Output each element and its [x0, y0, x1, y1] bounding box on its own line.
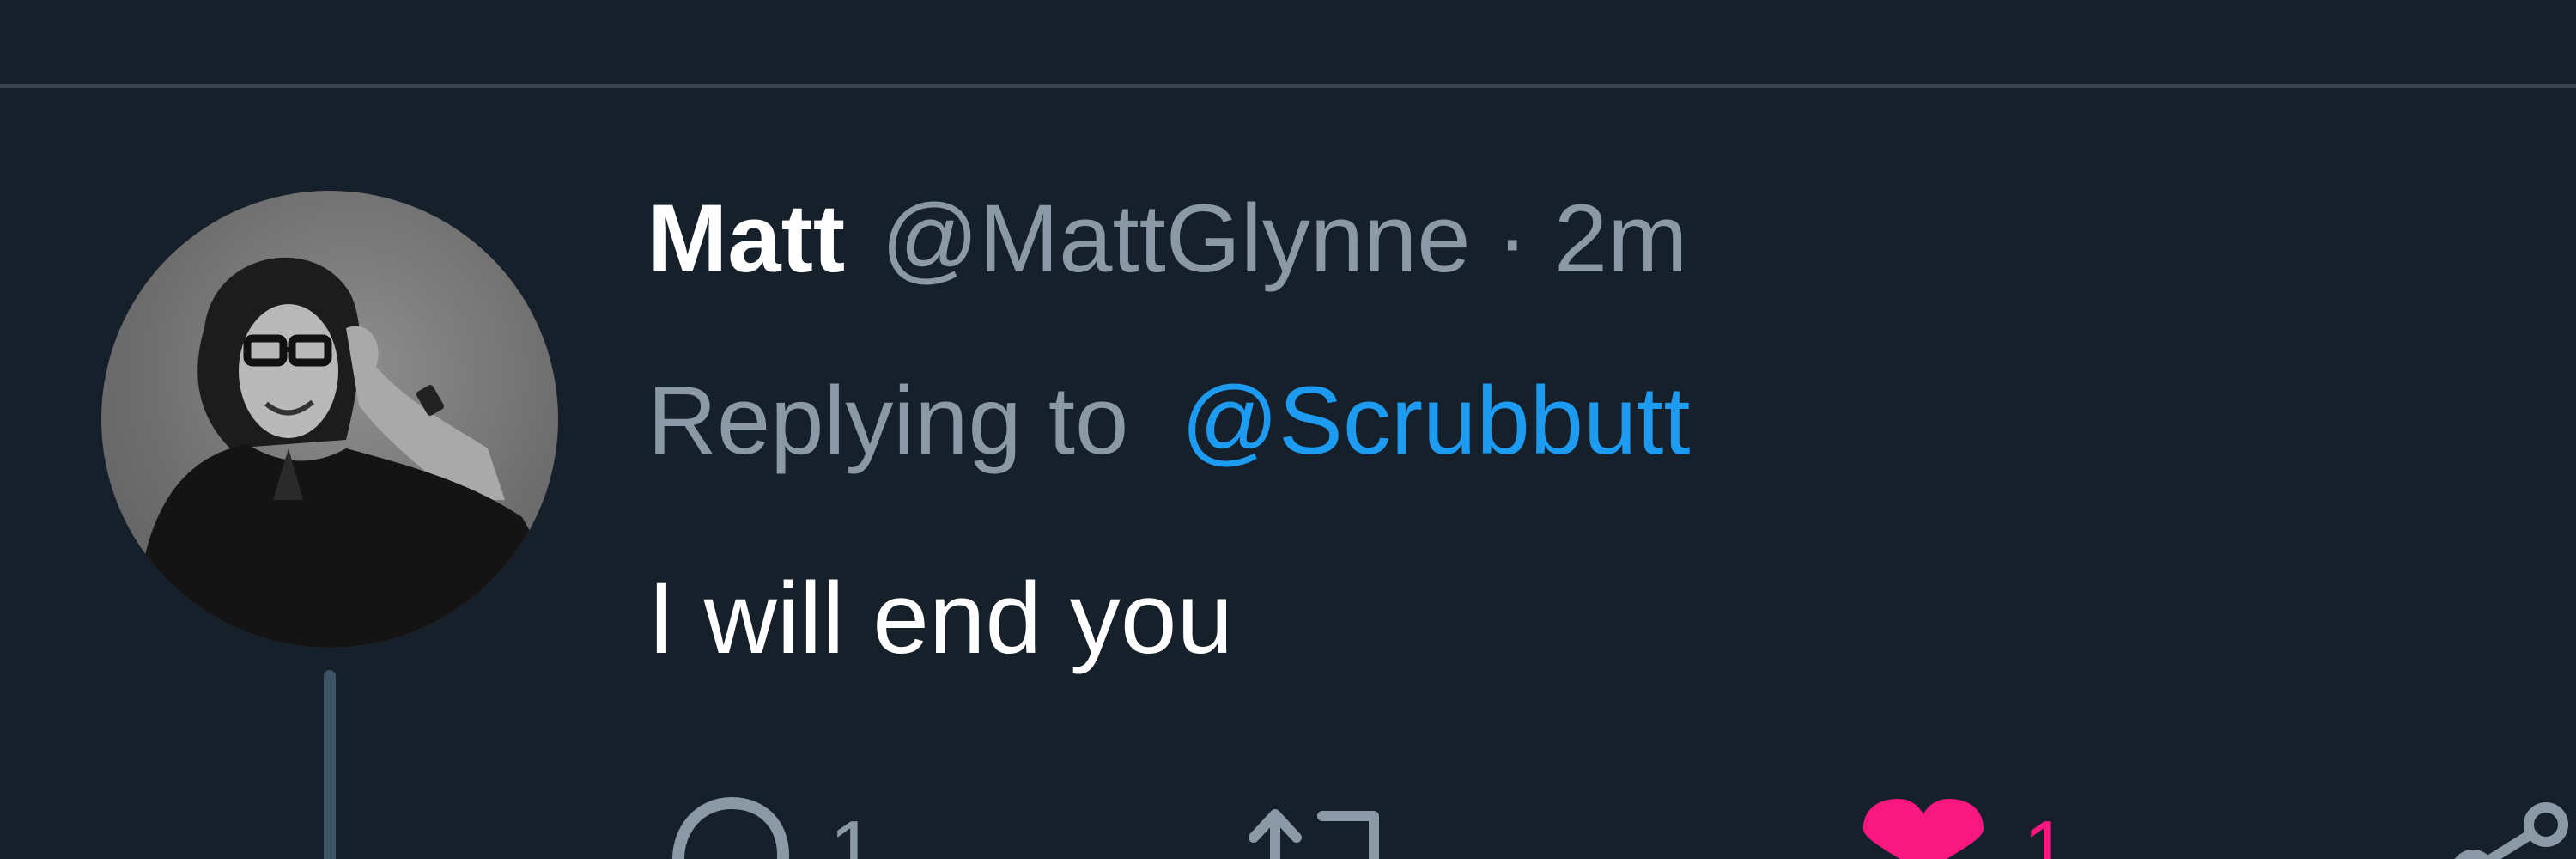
reply-count: 1: [829, 804, 876, 859]
author-handle[interactable]: @MattGlynne: [881, 187, 1470, 290]
tweet-screen: Matt @MattGlynne · 2m Replying to @Scrub…: [0, 0, 2576, 859]
reply-button[interactable]: 1: [661, 790, 875, 859]
replying-to-mention[interactable]: @Scrubbutt: [1181, 367, 1690, 474]
retweet-button[interactable]: [1249, 790, 1404, 859]
reply-icon: [672, 796, 789, 859]
replying-to-label: Replying to: [647, 367, 1129, 474]
share-button[interactable]: [2447, 790, 2576, 859]
tweet-timestamp[interactable]: 2m: [1554, 187, 1688, 290]
replying-to-line: Replying to @Scrubbutt: [647, 369, 1691, 472]
tweet-action-bar: 1 1: [0, 790, 2576, 859]
tweet-text: I will end you: [647, 562, 1234, 675]
like-count: 1: [2023, 804, 2069, 859]
top-divider: [0, 84, 2576, 88]
tweet-header: Matt @MattGlynne · 2m: [647, 187, 1687, 290]
retweet-icon: [1249, 809, 1379, 859]
avatar[interactable]: [101, 191, 558, 648]
separator-dot: ·: [1496, 185, 1528, 292]
share-icon: [2454, 802, 2568, 859]
avatar-photo: [136, 257, 558, 648]
heart-icon: [1863, 799, 1984, 859]
author-display-name[interactable]: Matt: [647, 187, 845, 290]
like-button[interactable]: 1: [1855, 790, 2069, 859]
